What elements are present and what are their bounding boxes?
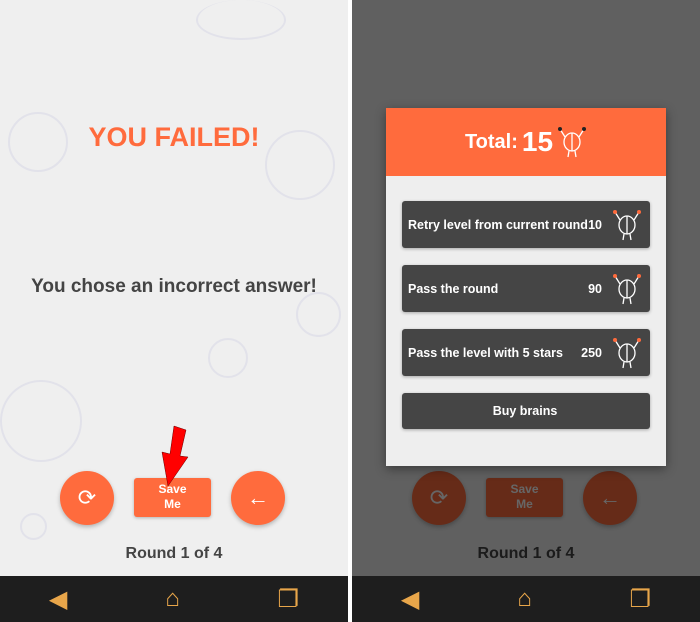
retry-button[interactable]: ⟳ [60, 471, 114, 525]
save-me-dialog: Total: 15 Retry level from current round… [386, 108, 666, 466]
fail-title: YOU FAILED! [88, 122, 260, 152]
buy-brains-button[interactable]: Buy brains [402, 393, 650, 429]
total-value: 15 [521, 126, 554, 157]
total-label: Total: [464, 130, 518, 153]
home-icon[interactable]: ⌂ [517, 585, 532, 613]
recent-apps-icon[interactable]: ❐ [278, 585, 300, 614]
annotation-arrow-icon [161, 425, 189, 487]
bg-circle [196, 0, 286, 40]
home-icon[interactable]: ⌂ [165, 585, 180, 613]
arrow-left-icon: ← [247, 485, 269, 510]
pass-round-option[interactable]: Pass the round 90 [402, 265, 650, 312]
dialog-header: Total: 15 [386, 108, 666, 176]
bg-circle [0, 380, 82, 462]
save-me-label: Me [164, 497, 181, 511]
save-me-screen: ⟳ SaveMe ← Round 1 of 4 Total: 15 Retry … [352, 0, 700, 622]
option-label: Retry level from current round [408, 217, 588, 232]
back-button[interactable]: ← [231, 471, 285, 525]
bg-circle [20, 513, 47, 540]
fail-message: You chose an incorrect answer! [31, 276, 317, 297]
system-nav-bar: ◀ ⌂ ❐ [0, 576, 348, 622]
system-nav-bar: ◀ ⌂ ❐ [352, 576, 700, 622]
bg-circle [208, 338, 248, 378]
option-cost: 10 [588, 217, 602, 232]
brain-icon [613, 209, 641, 240]
back-icon[interactable]: ◀ [401, 585, 419, 614]
option-cost: 90 [588, 281, 602, 296]
refresh-icon: ⟳ [77, 485, 97, 510]
option-cost: 250 [581, 345, 602, 360]
back-icon[interactable]: ◀ [49, 585, 67, 614]
brain-icon [613, 337, 641, 368]
bg-circle [296, 292, 341, 337]
fail-screen: YOU FAILED! You chose an incorrect answe… [0, 0, 348, 622]
brain-icon [613, 273, 641, 304]
brain-icon [558, 127, 587, 158]
buy-brains-label: Buy brains [492, 404, 558, 418]
option-label: Pass the round [408, 281, 499, 296]
round-indicator: Round 1 of 4 [125, 545, 223, 562]
option-label: Pass the level with 5 stars [408, 345, 563, 360]
recent-apps-icon[interactable]: ❐ [630, 585, 652, 614]
pass-level-5-stars-option[interactable]: Pass the level with 5 stars 250 [402, 329, 650, 376]
retry-level-option[interactable]: Retry level from current round 10 [402, 201, 650, 248]
